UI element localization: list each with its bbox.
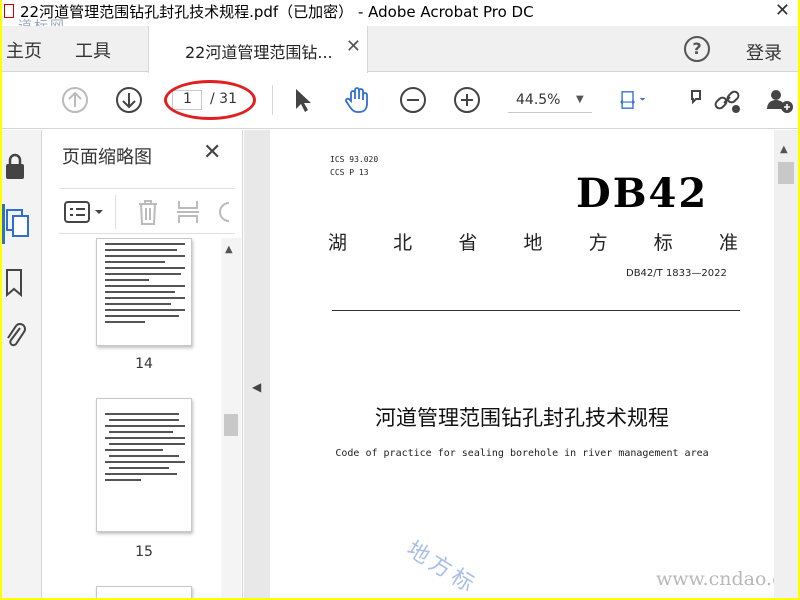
standard-type-char: 准	[718, 232, 738, 254]
zoom-select[interactable]: 44.5% ▼	[508, 89, 592, 113]
chevron-down-icon: ▼	[576, 94, 584, 105]
page-thumbnail[interactable]	[96, 586, 192, 598]
next-page-icon[interactable]	[114, 85, 144, 115]
page-thumbnail[interactable]	[96, 238, 192, 346]
options-menu-icon[interactable]	[63, 199, 107, 225]
tab-home[interactable]: 主页	[6, 37, 42, 63]
standard-type-char: 方	[588, 232, 608, 254]
standard-type-char: 省	[458, 232, 478, 254]
scrollbar-thumb[interactable]	[778, 162, 794, 184]
panel-title: 页面缩略图	[62, 147, 152, 168]
collapse-left-icon[interactable]: ◀	[252, 380, 261, 394]
tab-tools[interactable]: 工具	[75, 37, 111, 63]
zoom-value: 44.5%	[516, 92, 561, 108]
panel-collapse-strip[interactable]: ◀	[244, 130, 270, 598]
tab-document-label: 22河道管理范围钻...	[185, 43, 333, 62]
extract-pages-icon[interactable]	[175, 197, 201, 227]
document-view: ICS 93.020 CCS P 13 DB42 湖 北 省 地 方 标 准 D…	[270, 130, 798, 598]
tab-document[interactable]: 22河道管理范围钻... ✕	[148, 26, 368, 73]
standard-number: DB42/T 1833—2022	[626, 268, 727, 279]
navigation-rail	[2, 130, 42, 598]
share-link-icon[interactable]	[712, 85, 742, 115]
db-standard-code: DB42	[576, 170, 709, 217]
pdf-page: ICS 93.020 CCS P 13 DB42 湖 北 省 地 方 标 准 D…	[270, 130, 798, 598]
document-subtitle: Code of practice for sealing borehole in…	[335, 448, 709, 459]
pdf-file-icon	[4, 4, 14, 18]
zoom-out-icon[interactable]	[398, 85, 428, 115]
rotate-icon[interactable]	[215, 197, 235, 227]
previous-page-icon[interactable]	[60, 85, 90, 115]
ccs-code: CCS P 13	[330, 168, 369, 177]
help-icon[interactable]: ?	[684, 36, 710, 62]
panel-toolbar	[59, 188, 235, 234]
page-thumbnails-icon[interactable]	[4, 208, 30, 238]
panel-toolbar-divider	[115, 195, 116, 229]
fit-page-icon[interactable]	[618, 85, 648, 115]
document-title: 河道管理范围钻孔封孔技术规程	[375, 406, 669, 430]
thumbnail-scrollbar[interactable]: ▲	[221, 238, 241, 598]
window-close-button[interactable]: ✕	[775, 0, 790, 21]
scrollbar-thumb[interactable]	[224, 414, 238, 436]
toolbar: 1 / 31 44.5% ▼	[2, 73, 798, 129]
diagonal-watermark: 地方标	[401, 536, 482, 598]
ics-code: ICS 93.020	[330, 155, 379, 164]
acrobat-window: 22河道管理范围钻孔封孔技术规程.pdf（已加密） - Adobe Acroba…	[2, 0, 798, 598]
red-annotation-circle	[164, 80, 256, 120]
add-user-icon[interactable]	[764, 85, 794, 115]
bookmark-icon[interactable]	[4, 268, 26, 298]
scroll-up-icon[interactable]: ▲	[225, 244, 233, 255]
thumbnail-page-number: 14	[135, 356, 153, 372]
thumbnail-list: 14 15	[43, 238, 243, 598]
standard-type-char: 地	[523, 232, 543, 254]
delete-icon[interactable]	[135, 197, 161, 227]
select-arrow-icon[interactable]	[288, 85, 318, 115]
lock-icon[interactable]	[4, 152, 26, 182]
standard-type-char: 湖	[328, 232, 348, 254]
standard-type-char: 标	[653, 232, 673, 254]
zoom-in-icon[interactable]	[452, 85, 482, 115]
toolbar-divider	[272, 85, 273, 115]
panel-close-button[interactable]: ✕	[203, 140, 221, 165]
window-title: 22河道管理范围钻孔封孔技术规程.pdf（已加密） - Adobe Acroba…	[20, 3, 534, 21]
title-bar: 22河道管理范围钻孔封孔技术规程.pdf（已加密） - Adobe Acroba…	[2, 0, 798, 26]
hand-tool-icon[interactable]	[342, 85, 372, 115]
login-button[interactable]: 登录	[746, 39, 782, 65]
thumbnail-panel: 页面缩略图 ✕ 14 15 ▲	[43, 130, 243, 598]
thumbnail-page-number: 15	[135, 544, 153, 560]
tab-bar: 主页 工具 22河道管理范围钻... ✕	[2, 26, 798, 73]
document-scrollbar[interactable]: ▲	[774, 130, 798, 598]
standard-type: 湖 北 省 地 方 标 准	[328, 228, 738, 255]
page-thumbnail[interactable]	[96, 398, 192, 532]
tab-close-button[interactable]: ✕	[346, 36, 361, 57]
attachment-icon[interactable]	[4, 320, 28, 352]
header-rule	[332, 310, 740, 311]
standard-type-char: 北	[393, 232, 413, 254]
scroll-up-icon[interactable]: ▲	[780, 144, 788, 155]
